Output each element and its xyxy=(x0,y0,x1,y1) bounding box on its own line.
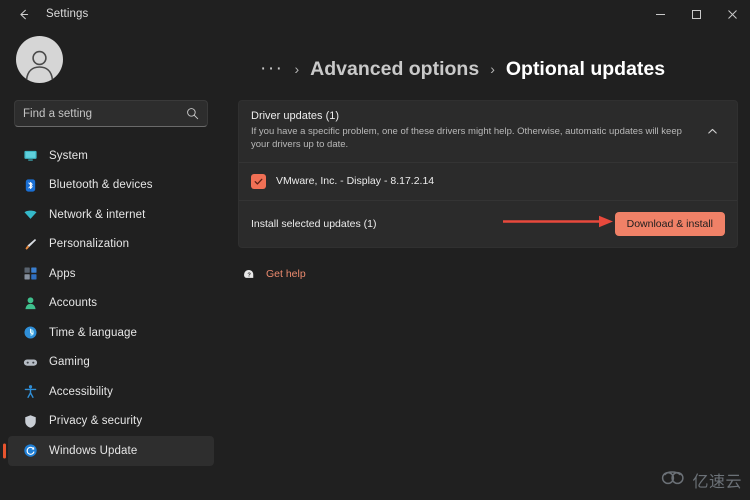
sidebar-item-label: Accounts xyxy=(49,297,98,310)
account-section xyxy=(8,28,214,83)
clock-icon xyxy=(22,325,38,341)
sidebar-item-label: Gaming xyxy=(49,356,90,369)
breadcrumb: ··· › Advanced options › Optional update… xyxy=(238,46,738,92)
gamepad-icon xyxy=(22,354,38,370)
monitor-icon xyxy=(22,148,38,164)
page-title: Optional updates xyxy=(505,57,666,80)
search-input[interactable]: Find a setting xyxy=(14,100,208,127)
breadcrumb-separator: › xyxy=(294,61,300,77)
sidebar-item-apps[interactable]: Apps xyxy=(8,259,214,289)
close-button[interactable] xyxy=(714,0,750,28)
install-updates-row: Install selected updates (1) Download & … xyxy=(239,201,737,247)
maximize-button[interactable] xyxy=(678,0,714,28)
sidebar-item-label: System xyxy=(49,149,88,162)
settings-window: Settings Find a setting System Bluetooth… xyxy=(0,0,750,500)
sidebar-item-windows-update[interactable]: Windows Update xyxy=(8,436,214,466)
avatar[interactable] xyxy=(16,36,63,83)
maximize-icon xyxy=(691,9,701,19)
sidebar-item-accessibility[interactable]: Accessibility xyxy=(8,377,214,407)
minimize-icon xyxy=(655,13,665,15)
person-icon xyxy=(22,295,38,311)
driver-update-checkbox[interactable] xyxy=(251,173,266,189)
breadcrumb-overflow-button[interactable]: ··· xyxy=(260,59,283,78)
breadcrumb-separator: › xyxy=(490,61,495,77)
help-question-icon: ? xyxy=(241,266,257,282)
sidebar-item-label: Bluetooth & devices xyxy=(49,179,153,192)
update-icon xyxy=(22,443,38,459)
search-section: Find a setting xyxy=(14,100,208,127)
sidebar-item-label: Time & language xyxy=(49,326,138,339)
wifi-icon xyxy=(22,207,38,223)
window-title: Settings xyxy=(46,8,89,20)
back-button[interactable] xyxy=(10,3,36,25)
watermark: 亿速云 xyxy=(661,468,742,492)
driver-updates-header: Driver updates (1) If you have a specifi… xyxy=(239,101,737,162)
search-placeholder: Find a setting xyxy=(23,107,93,120)
sidebar-item-time-language[interactable]: Time & language xyxy=(8,318,214,348)
title-bar: Settings xyxy=(0,0,750,28)
sidebar: Find a setting System Bluetooth & device… xyxy=(0,28,222,500)
sidebar-item-label: Accessibility xyxy=(49,385,113,398)
sidebar-nav: System Bluetooth & devices Network & int… xyxy=(8,141,214,466)
collapse-toggle-button[interactable] xyxy=(699,118,725,144)
sidebar-item-label: Network & internet xyxy=(49,208,146,221)
accessibility-icon xyxy=(22,384,38,400)
install-updates-label: Install selected updates (1) xyxy=(251,217,377,230)
driver-updates-card: Driver updates (1) If you have a specifi… xyxy=(238,100,738,248)
close-icon xyxy=(727,9,737,19)
sidebar-item-privacy-security[interactable]: Privacy & security xyxy=(8,407,214,437)
sidebar-item-label: Apps xyxy=(49,267,76,280)
cloud-logo-icon xyxy=(661,469,687,491)
search-icon xyxy=(186,107,199,120)
person-avatar-icon xyxy=(25,50,54,81)
breadcrumb-parent-link[interactable]: Advanced options xyxy=(310,58,479,81)
driver-update-row[interactable]: VMware, Inc. - Display - 8.17.2.14 xyxy=(239,163,737,200)
sidebar-item-system[interactable]: System xyxy=(8,141,214,171)
window-controls xyxy=(642,0,750,28)
svg-text:?: ? xyxy=(247,273,251,279)
driver-update-name: VMware, Inc. - Display - 8.17.2.14 xyxy=(276,175,435,188)
paintbrush-icon xyxy=(22,236,38,252)
checkmark-icon xyxy=(254,178,263,185)
watermark-text: 亿速云 xyxy=(692,472,742,491)
apps-grid-icon xyxy=(22,266,38,282)
sidebar-item-accounts[interactable]: Accounts xyxy=(8,289,214,319)
sidebar-item-network-internet[interactable]: Network & internet xyxy=(8,200,214,230)
sidebar-item-label: Personalization xyxy=(49,238,130,251)
get-help-link[interactable]: ? Get help xyxy=(238,266,738,282)
window-body: Find a setting System Bluetooth & device… xyxy=(0,28,750,500)
sidebar-item-gaming[interactable]: Gaming xyxy=(8,348,214,378)
shield-icon xyxy=(22,413,38,429)
content-area: ··· › Advanced options › Optional update… xyxy=(222,28,750,500)
sidebar-item-label: Privacy & security xyxy=(49,415,143,428)
red-arrow-right-icon xyxy=(501,213,619,234)
driver-updates-description: If you have a specific problem, one of t… xyxy=(251,126,682,151)
driver-updates-title: Driver updates (1) xyxy=(251,110,340,122)
chevron-up-icon xyxy=(707,128,717,134)
driver-updates-header-text: Driver updates (1) If you have a specifi… xyxy=(251,110,699,152)
sidebar-item-personalization[interactable]: Personalization xyxy=(8,230,214,260)
get-help-label: Get help xyxy=(266,267,306,280)
sidebar-item-label: Windows Update xyxy=(49,444,138,457)
back-arrow-icon xyxy=(19,9,28,19)
download-and-install-button[interactable]: Download & install xyxy=(614,211,725,236)
minimize-button[interactable] xyxy=(642,0,678,28)
bluetooth-icon xyxy=(22,177,38,193)
sidebar-item-bluetooth-devices[interactable]: Bluetooth & devices xyxy=(8,171,214,201)
